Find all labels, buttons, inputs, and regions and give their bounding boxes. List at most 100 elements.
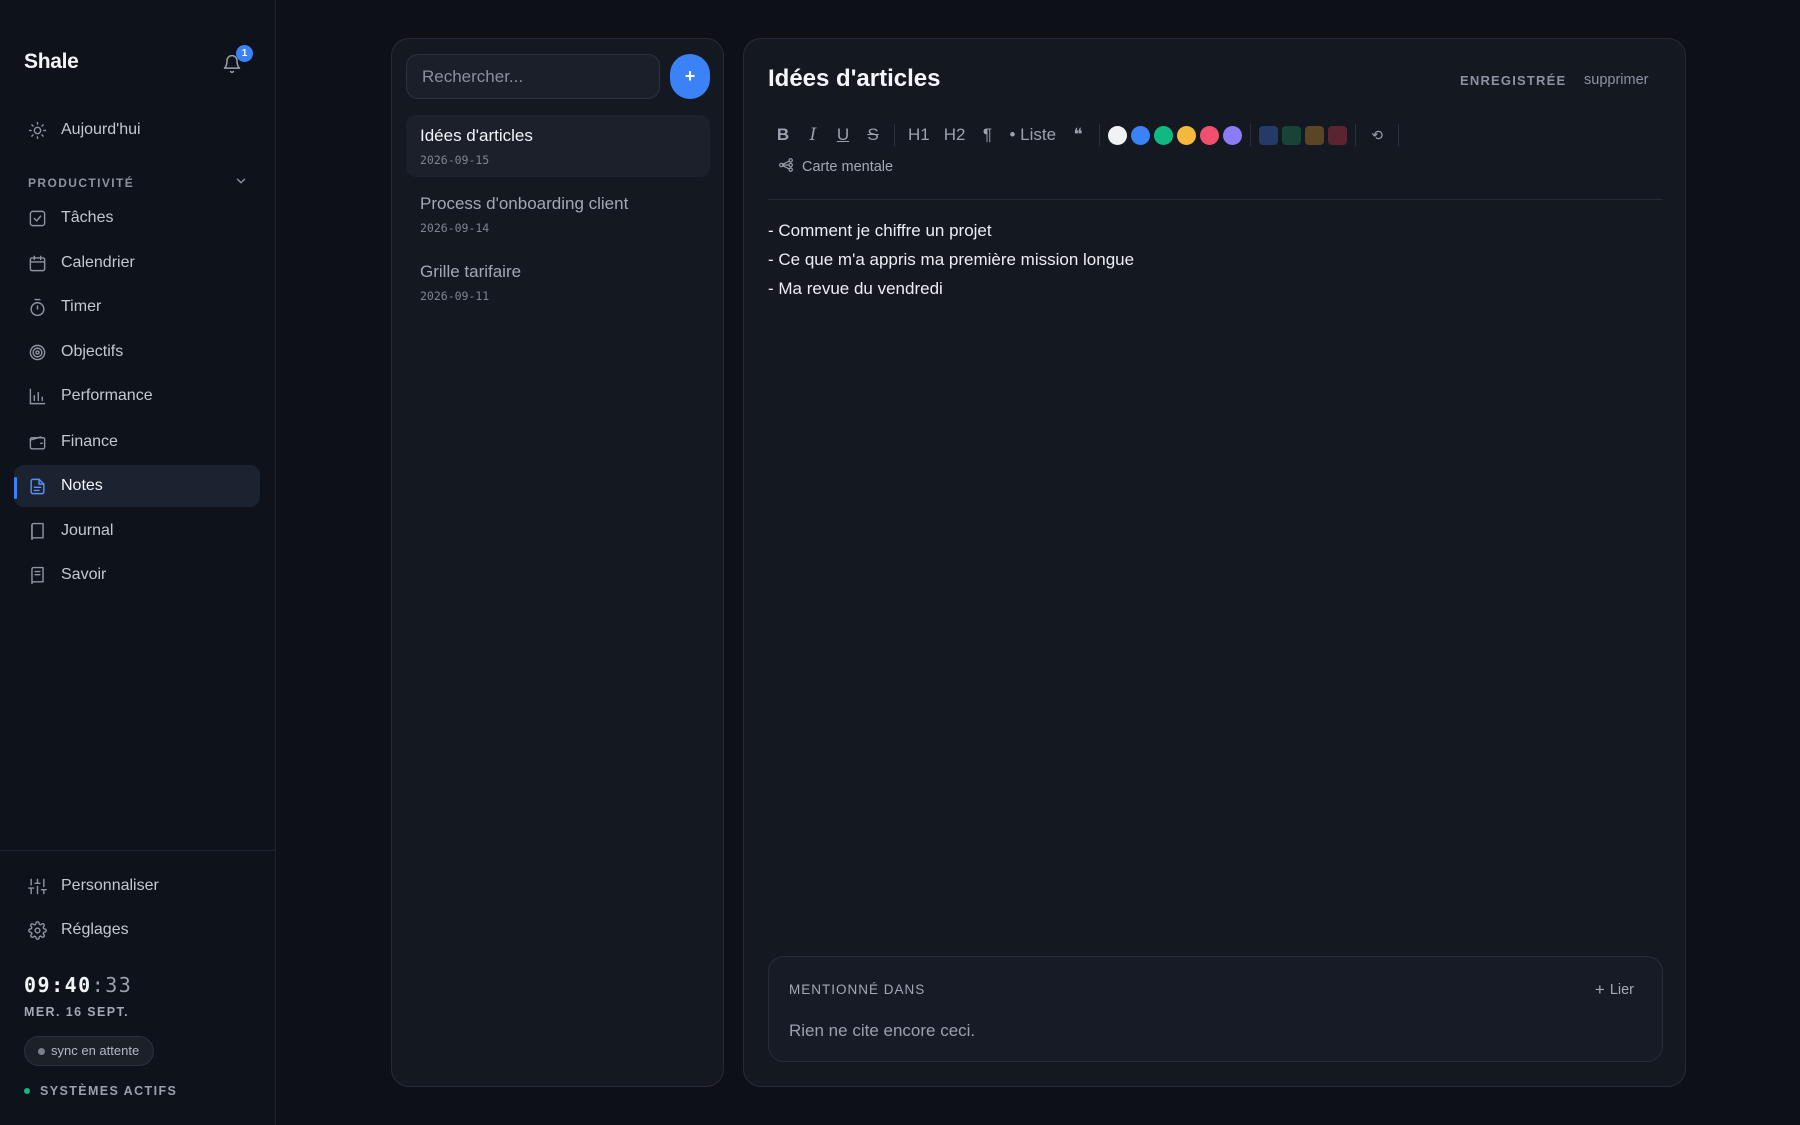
wallet-icon: [28, 433, 47, 452]
mentions-panel: MENTIONNÉ DANS + Lier Rien ne cite encor…: [768, 956, 1663, 1062]
highlight-color-swatch[interactable]: [1305, 125, 1325, 145]
note-list-item[interactable]: Idées d'articles 2026-09-15: [406, 115, 710, 177]
toolbar-separator: [1099, 124, 1101, 146]
sidebar-item-finance[interactable]: Finance: [14, 421, 260, 463]
note-title: Process d'onboarding client: [420, 194, 629, 213]
sidebar-item-label: Journal: [61, 522, 114, 539]
sidebar-item-label: Aujourd'hui: [61, 121, 141, 138]
clock-hours-minutes: 09:40: [24, 973, 92, 997]
text-color-swatch[interactable]: [1200, 125, 1220, 145]
sidebar-item-knowledge[interactable]: Savoir: [14, 554, 260, 596]
notification-badge: 1: [236, 45, 253, 62]
link-button-label: Lier: [1609, 982, 1634, 998]
notes-list-panel: + Idées d'articles 2026-09-15 Process d'…: [391, 38, 724, 1087]
format-toolbar: B I U S H1 H2 ¶ • Liste ❝ ⟲: [768, 115, 1663, 155]
note-line: - Ma revue du vendredi: [768, 279, 943, 298]
bar-chart-icon: [28, 387, 47, 406]
link-button[interactable]: + Lier: [1595, 980, 1634, 1000]
note-date: 2026-09-15: [420, 153, 490, 167]
section-label: PRODUCTIVITÉ: [28, 175, 135, 190]
current-date: MER. 16 SEPT.: [24, 1005, 130, 1019]
clock-seconds: :33: [91, 973, 133, 997]
sliders-icon: [28, 877, 47, 896]
italic-button[interactable]: I: [798, 118, 828, 152]
sidebar-item-goals[interactable]: Objectifs: [14, 331, 260, 373]
note-editor-body[interactable]: - Comment je chiffre un projet - Ce que …: [768, 216, 1648, 303]
saved-status: ENREGISTRÉE: [1460, 73, 1567, 88]
undo-button[interactable]: ⟲: [1362, 118, 1392, 152]
quote-button[interactable]: ❝: [1063, 118, 1093, 152]
note-title: Grille tarifaire: [420, 262, 522, 281]
text-color-swatch[interactable]: [1223, 125, 1243, 145]
highlight-color-swatch[interactable]: [1328, 125, 1348, 145]
plus-icon: +: [1594, 980, 1605, 999]
chevron-down-icon[interactable]: [234, 174, 248, 191]
highlight-color-swatch[interactable]: [1282, 125, 1302, 145]
note-date: 2026-09-11: [420, 289, 490, 303]
calendar-icon: [28, 254, 47, 273]
paragraph-button[interactable]: ¶: [972, 118, 1002, 152]
sidebar-item-notes[interactable]: Notes: [14, 465, 260, 507]
sync-status-badge[interactable]: sync en attente: [24, 1036, 155, 1066]
stopwatch-icon: [28, 298, 47, 317]
mindmap-icon: [778, 157, 794, 177]
note-list-item[interactable]: Grille tarifaire 2026-09-11: [406, 251, 710, 313]
sidebar: Shale 1 Aujourd'hui PRODUCTIVITÉ Tâches …: [0, 0, 276, 1125]
text-color-swatch[interactable]: [1131, 125, 1151, 145]
sidebar-item-journal[interactable]: Journal: [14, 510, 260, 552]
app-brand: Shale: [24, 50, 79, 73]
toolbar-separator: [1355, 124, 1357, 146]
toolbar-separator: [1250, 124, 1252, 146]
mentions-title: MENTIONNÉ DANS: [789, 982, 926, 997]
heading2-button[interactable]: H2: [937, 118, 973, 152]
sidebar-item-label: Performance: [61, 387, 153, 404]
systems-status: SYSTÈMES ACTIFS: [24, 1084, 177, 1098]
sidebar-item-label: Savoir: [61, 566, 107, 583]
sidebar-item-timer[interactable]: Timer: [14, 286, 260, 328]
underline-button[interactable]: U: [828, 118, 858, 152]
note-date: 2026-09-14: [420, 221, 490, 235]
add-note-button[interactable]: +: [670, 54, 710, 99]
sidebar-item-label: Finance: [61, 433, 118, 450]
strikethrough-button[interactable]: S: [858, 118, 888, 152]
sidebar-item-label: Réglages: [61, 921, 129, 938]
sidebar-item-tasks[interactable]: Tâches: [14, 197, 260, 239]
text-color-swatch[interactable]: [1108, 125, 1128, 145]
mindmap-button[interactable]: Carte mentale: [778, 157, 893, 177]
section-productivity[interactable]: PRODUCTIVITÉ: [28, 174, 248, 191]
sidebar-item-label: Calendrier: [61, 254, 135, 271]
delete-button[interactable]: supprimer: [1584, 72, 1648, 88]
mentions-empty-text: Rien ne cite encore ceci.: [789, 1021, 976, 1040]
bold-button[interactable]: B: [768, 118, 798, 152]
sidebar-item-settings[interactable]: Réglages: [14, 909, 260, 951]
sun-icon: [28, 121, 47, 140]
highlight-color-swatch[interactable]: [1259, 125, 1279, 145]
sidebar-item-label: Tâches: [61, 209, 114, 226]
text-color-swatch[interactable]: [1177, 125, 1197, 145]
toolbar-separator: [1398, 124, 1400, 146]
active-indicator: [14, 477, 17, 499]
search-input[interactable]: [406, 54, 660, 99]
book-text-icon: [28, 566, 47, 585]
gear-icon: [28, 920, 47, 940]
heading1-button[interactable]: H1: [901, 118, 937, 152]
note-editor-title[interactable]: Idées d'articles: [768, 65, 940, 93]
note-editor-panel: Idées d'articles ENREGISTRÉE supprimer B…: [743, 38, 1686, 1087]
sidebar-divider: [0, 850, 276, 851]
text-color-swatch[interactable]: [1154, 125, 1174, 145]
target-icon: [28, 343, 47, 362]
note-list-item[interactable]: Process d'onboarding client 2026-09-14: [406, 183, 710, 245]
sidebar-item-label: Notes: [61, 477, 103, 494]
note-line: - Ce que m'a appris ma première mission …: [768, 250, 1135, 269]
checkbox-icon: [28, 209, 47, 228]
mindmap-label: Carte mentale: [802, 159, 894, 175]
sidebar-item-label: Objectifs: [61, 343, 124, 360]
sidebar-item-performance[interactable]: Performance: [14, 375, 260, 417]
sidebar-item-calendar[interactable]: Calendrier: [14, 242, 260, 284]
list-button[interactable]: • Liste: [1002, 118, 1063, 152]
sidebar-item-today[interactable]: Aujourd'hui: [14, 109, 260, 151]
editor-divider: [768, 199, 1663, 200]
clock: 09:40:33: [24, 973, 132, 997]
toolbar-separator: [894, 124, 895, 146]
sidebar-item-customize[interactable]: Personnaliser: [14, 865, 260, 907]
